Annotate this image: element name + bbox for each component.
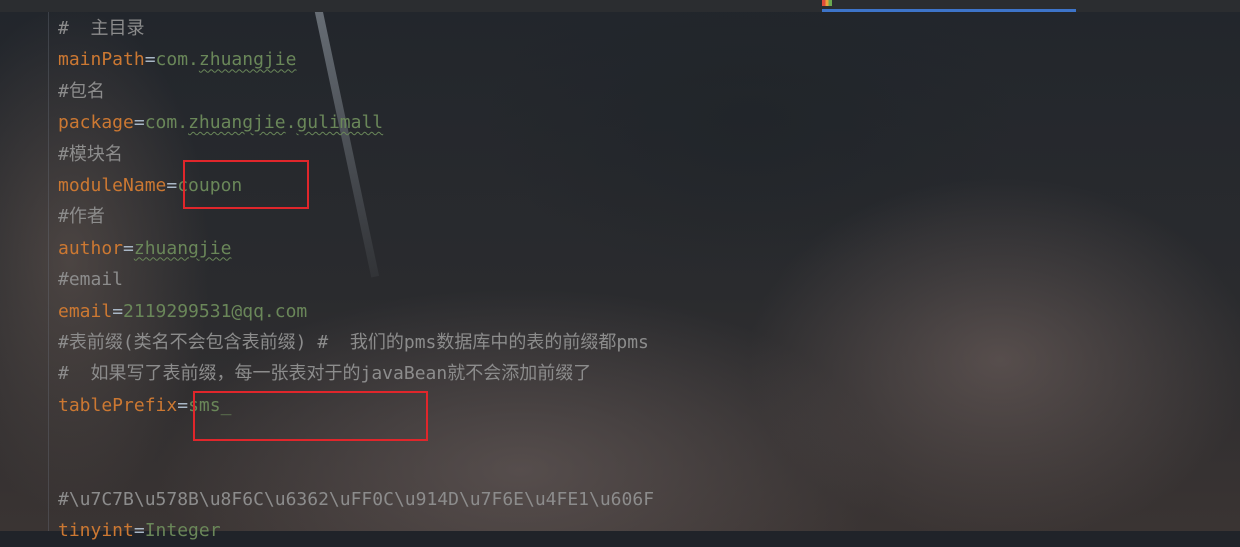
highlight-box-modulename — [183, 160, 309, 209]
property-key: package — [58, 112, 134, 134]
editor-tab-bar — [0, 0, 1240, 12]
code-line-comment[interactable]: #表前缀(类名不会包含表前缀) # 我们的pms数据库中的表的前缀都pms — [58, 327, 654, 358]
comment-text: # 如果写了表前缀，每一张表对于的javaBean就不会添加前缀了 — [58, 363, 592, 385]
comment-text: #\u7C7B\u578B\u8F6C\u6362\uFF0C\u914D\u7… — [58, 488, 655, 510]
comment-text: # 主目录 — [58, 18, 145, 39]
code-line-comment[interactable]: #模块名 — [58, 139, 654, 170]
property-key: moduleName — [58, 174, 167, 196]
editor-tab[interactable] — [440, 0, 456, 12]
editor-tab-active[interactable] — [822, 0, 1076, 12]
property-value: . — [285, 112, 297, 134]
property-value: zhuangjie — [198, 49, 297, 71]
editor-tab[interactable] — [1096, 0, 1112, 12]
property-key: mainPath — [58, 49, 145, 71]
editor-gutter-divider — [48, 12, 49, 531]
equals-sign: = — [177, 394, 189, 416]
code-line-property[interactable]: moduleName=coupon — [58, 170, 654, 201]
code-line-property[interactable]: mainPath=com.zhuangjie — [58, 44, 654, 75]
code-line-property[interactable]: package=com.zhuangjie.gulimall — [58, 107, 654, 138]
property-value: zhuangjie — [133, 237, 232, 259]
code-line-property[interactable]: author=zhuangjie — [58, 233, 654, 264]
code-editor[interactable]: # 主目录 mainPath=com.zhuangjie #包名 package=co… — [58, 13, 654, 547]
editor-tab[interactable] — [0, 0, 90, 12]
chart-icon — [822, 0, 832, 6]
comment-text: #作者 — [58, 206, 105, 228]
highlight-box-tableprefix — [193, 391, 428, 441]
code-line-comment[interactable]: #作者 — [58, 201, 654, 232]
comment-text: #表前缀(类名不会包含表前缀) # 我们的pms数据库中的表的前缀都pms — [58, 331, 649, 353]
code-line-comment[interactable]: # 主目录 — [58, 13, 654, 44]
property-value: gulimall — [296, 112, 384, 134]
code-line-comment[interactable]: #包名 — [58, 76, 654, 107]
code-line-blank[interactable] — [58, 452, 654, 483]
code-line-comment[interactable]: #email — [58, 264, 654, 295]
equals-sign: = — [144, 49, 156, 71]
comment-text: #email — [58, 269, 124, 291]
editor-tab[interactable] — [130, 0, 146, 12]
property-key: tablePrefix — [58, 394, 178, 416]
code-line-comment[interactable]: #\u7C7B\u578B\u8F6C\u6362\uFF0C\u914D\u7… — [58, 484, 654, 515]
comment-text: #模块名 — [58, 143, 123, 165]
property-value: com. — [155, 49, 199, 71]
property-value: com. — [144, 112, 189, 134]
equals-sign: = — [123, 237, 134, 259]
equals-sign: = — [133, 112, 145, 134]
equals-sign: = — [112, 300, 124, 322]
property-value: zhuangjie — [188, 112, 286, 134]
code-line-property[interactable]: email=2119299531@qq.com — [58, 296, 654, 327]
comment-text: #包名 — [58, 80, 105, 102]
code-line-comment[interactable]: # 如果写了表前缀，每一张表对于的javaBean就不会添加前缀了 — [58, 358, 654, 389]
property-value: 2119299531@qq.com — [123, 300, 308, 322]
property-key: email — [58, 300, 113, 322]
property-key: author — [58, 237, 124, 259]
equals-sign: = — [166, 174, 178, 196]
